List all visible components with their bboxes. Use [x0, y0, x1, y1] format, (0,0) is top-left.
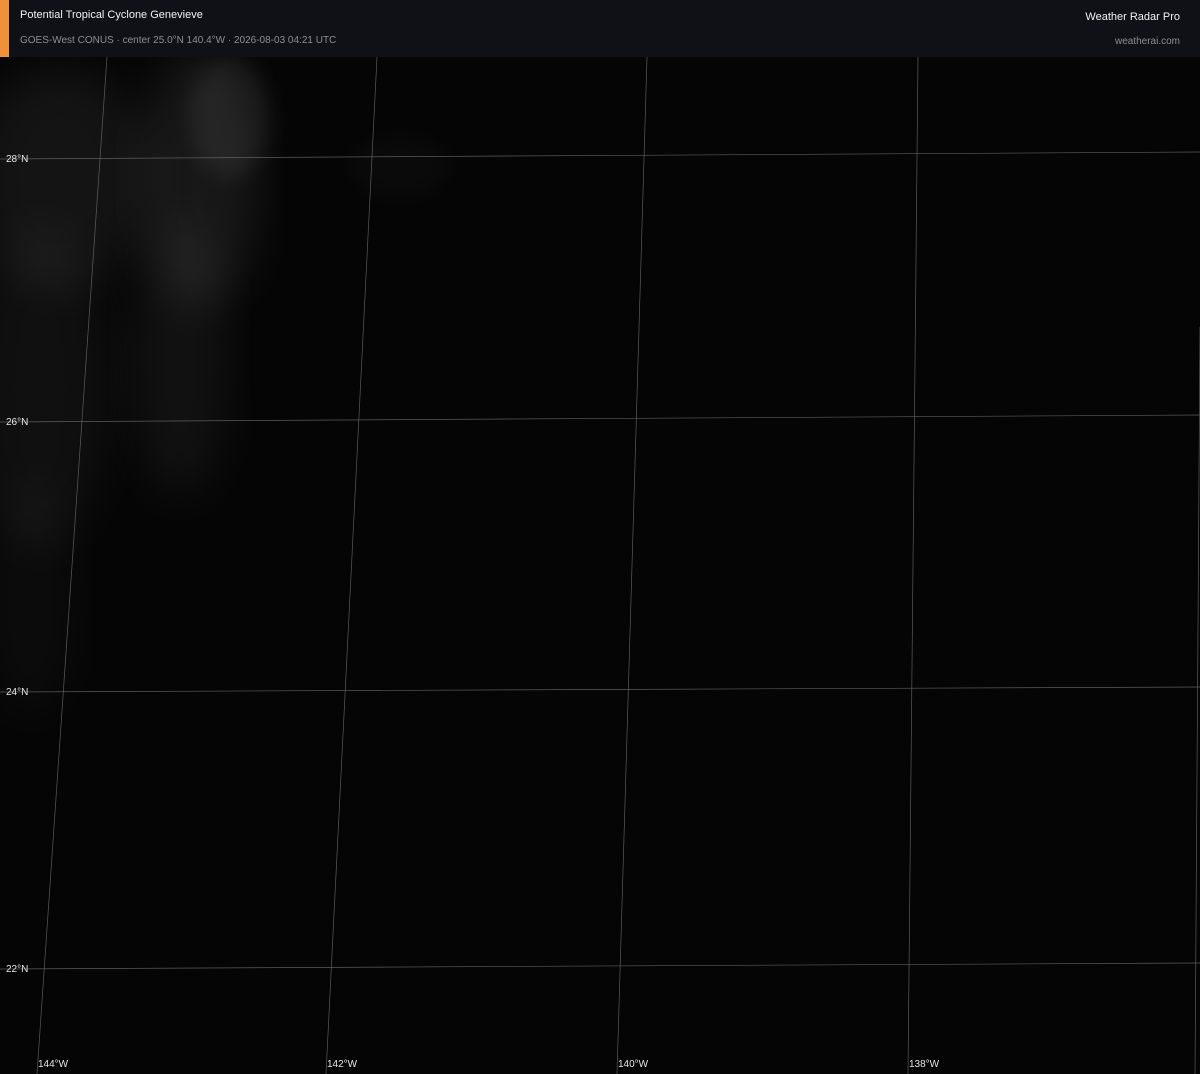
brand-name: Weather Radar Pro — [1085, 11, 1180, 23]
lon-label-142w: 142°W — [327, 1059, 358, 1070]
storm-title: Potential Tropical Cyclone Genevieve — [20, 9, 203, 21]
satellite-subtitle: GOES-West CONUS · center 25.0°N 140.4°W … — [20, 35, 337, 46]
site-link[interactable]: weatherai.com — [1115, 36, 1180, 47]
lon-label-144w: 144°W — [38, 1059, 69, 1070]
lat-label-22n: 22°N — [6, 964, 28, 975]
lon-label-138w: 138°W — [909, 1059, 940, 1070]
lat-label-24n: 24°N — [6, 687, 28, 698]
header-bar: Potential Tropical Cyclone Genevieve GOE… — [0, 0, 1200, 57]
lon-label-140w: 140°W — [618, 1059, 649, 1070]
accent-bar — [0, 0, 9, 57]
lat-label-28n: 28°N — [6, 154, 28, 165]
app-window: Potential Tropical Cyclone Genevieve GOE… — [0, 0, 1200, 1074]
satellite-map[interactable]: 28°N 26°N 24°N 22°N 144°W 142°W 140°W 13… — [0, 57, 1200, 1074]
map-canvas[interactable]: 28°N 26°N 24°N 22°N 144°W 142°W 140°W 13… — [0, 57, 1200, 1074]
lat-label-26n: 26°N — [6, 417, 28, 428]
